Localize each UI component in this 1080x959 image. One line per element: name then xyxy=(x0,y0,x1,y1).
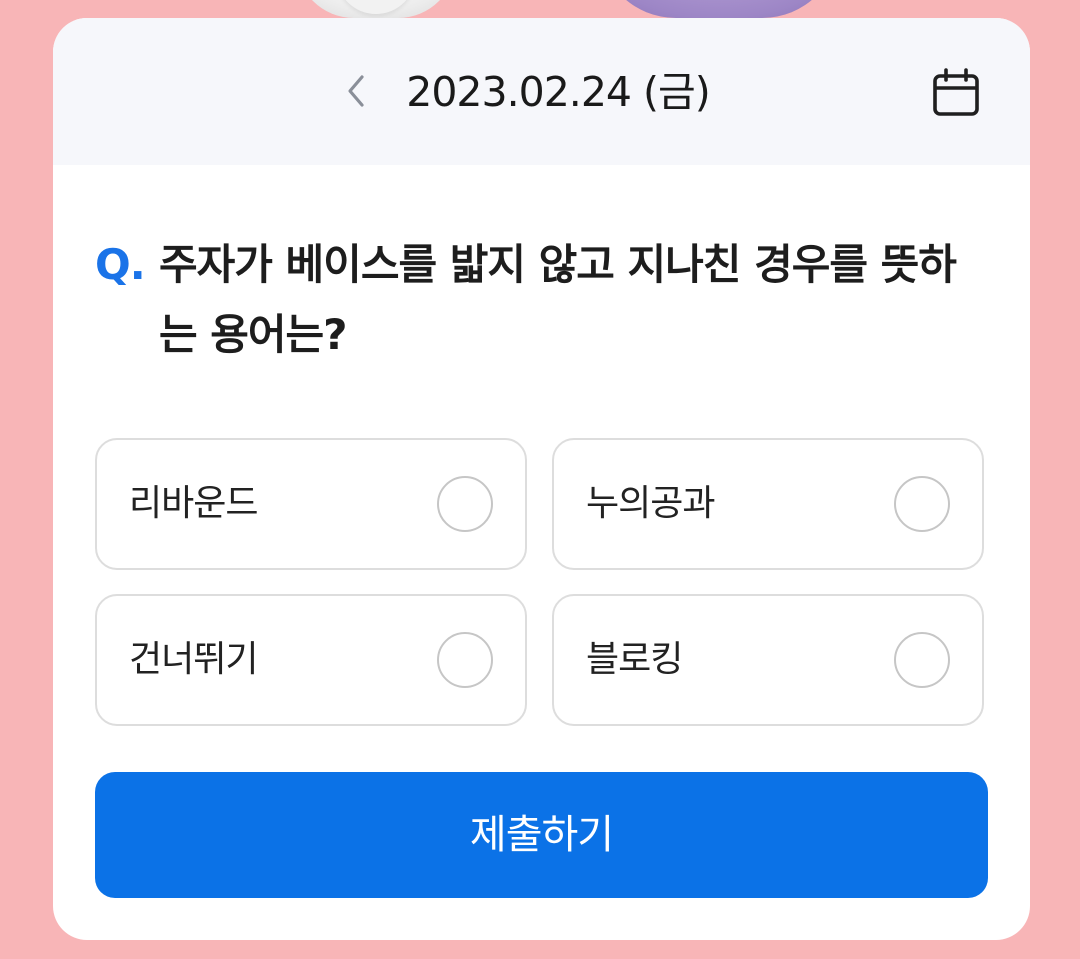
date-title: 2023.02.24 (금) xyxy=(406,68,711,116)
chevron-left-icon xyxy=(348,75,364,107)
question: Q. 주자가 베이스를 밟지 않고 지나친 경우를 뜻하는 용어는? xyxy=(95,230,995,370)
question-text: 주자가 베이스를 밟지 않고 지나친 경우를 뜻하는 용어는? xyxy=(159,240,957,359)
decorative-character-right xyxy=(598,0,840,18)
calendar-button[interactable] xyxy=(927,64,985,122)
radio-button[interactable] xyxy=(437,476,493,532)
radio-button[interactable] xyxy=(894,476,950,532)
option-1[interactable]: 리바운드 xyxy=(95,438,527,570)
calendar-icon xyxy=(933,68,979,116)
option-label: 누의공과 xyxy=(586,483,715,524)
radio-button[interactable] xyxy=(437,632,493,688)
radio-button[interactable] xyxy=(894,632,950,688)
option-label: 블로킹 xyxy=(586,639,683,680)
date-header: 2023.02.24 (금) xyxy=(53,18,1030,165)
option-3[interactable]: 건너뛰기 xyxy=(95,594,527,726)
previous-date-button[interactable] xyxy=(333,64,379,118)
submit-button[interactable]: 제출하기 xyxy=(95,772,988,898)
option-2[interactable]: 누의공과 xyxy=(552,438,984,570)
question-prefix: Q. xyxy=(95,240,146,289)
option-4[interactable]: 블로킹 xyxy=(552,594,984,726)
option-label: 건너뛰기 xyxy=(129,639,258,680)
decorative-character-left xyxy=(296,0,456,18)
option-label: 리바운드 xyxy=(129,483,258,524)
page: 2023.02.24 (금) Q. 주자가 베이스를 밟지 않고 지나친 경우를… xyxy=(0,0,1080,959)
quiz-card: 2023.02.24 (금) Q. 주자가 베이스를 밟지 않고 지나친 경우를… xyxy=(53,18,1030,940)
